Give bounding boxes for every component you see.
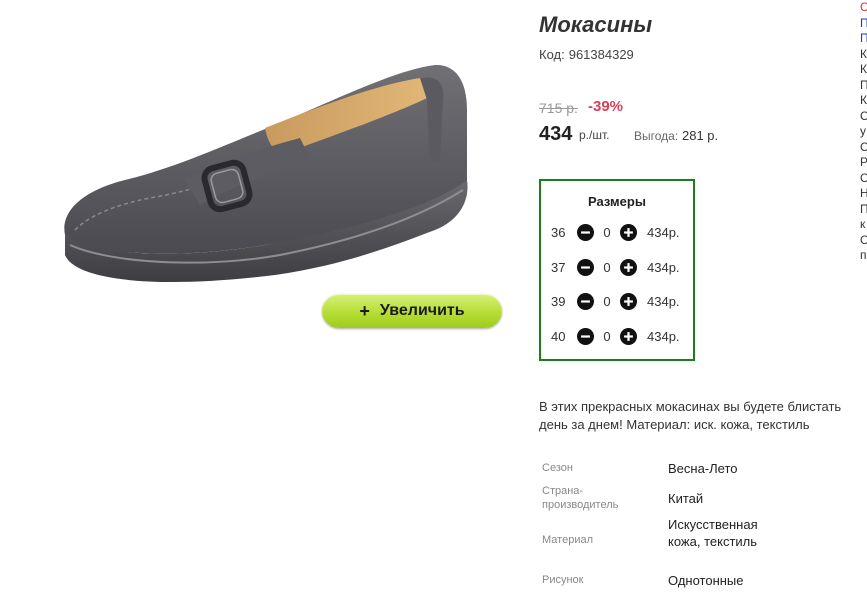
minus-icon[interactable] xyxy=(577,292,594,310)
side-menu-letter: к xyxy=(860,217,866,231)
price-unit: р./шт. xyxy=(579,128,610,142)
side-menu-letter: С xyxy=(860,108,867,123)
zoom-button[interactable]: + Увеличить xyxy=(322,294,502,328)
spec-value: Искусственная кожа, текстиль xyxy=(668,517,758,549)
product-code: Код: 961384329 xyxy=(539,47,634,62)
side-menu-letter: К xyxy=(860,62,867,76)
product-code-value: 961384329 xyxy=(568,47,634,62)
side-menu-letter: П xyxy=(860,201,867,216)
product-description: В этих прекрасных мокасинах вы будете бл… xyxy=(539,398,867,434)
size-quantity: 0 xyxy=(603,224,611,240)
savings-label: Выгода: xyxy=(634,129,679,143)
product-image[interactable] xyxy=(15,40,485,300)
size-number: 36 xyxy=(551,224,566,240)
side-menu-letter: п xyxy=(860,248,867,262)
side-menu-letter: С xyxy=(860,170,867,185)
old-price: 715 р. xyxy=(539,100,578,116)
size-price: 434р. xyxy=(647,224,680,240)
side-menu-letter: К xyxy=(860,46,867,61)
savings-value: 281 р. xyxy=(682,128,719,143)
side-menu-letter: у xyxy=(860,124,866,138)
plus-icon[interactable] xyxy=(620,223,637,241)
side-menu-letter[interactable]: С xyxy=(860,0,867,16)
side-menu-letter: К xyxy=(860,93,867,107)
size-quantity: 0 xyxy=(603,259,611,275)
side-menu-letter: П xyxy=(860,77,867,92)
size-row: 37 0 434р. xyxy=(551,257,691,277)
spec-value: Весна-Лето xyxy=(668,461,738,476)
discount-badge: -39% xyxy=(588,98,624,115)
spec-label: Материал xyxy=(542,534,593,546)
side-menu-letter: С xyxy=(860,139,867,154)
spec-value: Китай xyxy=(668,491,704,506)
plus-icon[interactable] xyxy=(620,327,637,345)
spec-label: Рисунок xyxy=(542,574,584,586)
minus-icon[interactable] xyxy=(577,223,594,241)
size-quantity: 0 xyxy=(603,293,611,309)
clipped-side-menu: С П П К К П К С у С Р С Н П к С п xyxy=(860,0,867,264)
side-menu-letter: Н xyxy=(860,186,867,200)
side-menu-letter[interactable]: П xyxy=(860,31,867,47)
product-image-area: + Увеличить xyxy=(0,0,520,360)
plus-icon[interactable] xyxy=(620,258,637,276)
size-price: 434р. xyxy=(647,328,680,344)
side-menu-letter: Р xyxy=(860,155,867,169)
minus-icon[interactable] xyxy=(577,327,594,345)
size-row: 40 0 434р. xyxy=(551,326,691,346)
plus-icon[interactable] xyxy=(620,292,637,310)
size-quantity: 0 xyxy=(603,328,611,344)
product-code-label: Код: xyxy=(539,47,565,62)
size-number: 39 xyxy=(551,293,566,309)
description-line: В этих прекрасных мокасинах вы будете бл… xyxy=(539,399,842,414)
size-number: 40 xyxy=(551,328,566,344)
spec-label: Страна-производитель xyxy=(542,485,619,511)
size-price: 434р. xyxy=(647,259,680,275)
sizes-title: Размеры xyxy=(588,194,646,209)
size-price: 434р. xyxy=(647,293,680,309)
description-line: день за днем! Материал: иск. кожа, текст… xyxy=(539,417,810,432)
product-title: Мокасины xyxy=(539,12,653,37)
current-price: 434 xyxy=(539,123,573,145)
spec-value: Однотонные xyxy=(668,573,744,588)
minus-icon[interactable] xyxy=(577,258,594,276)
size-number: 37 xyxy=(551,259,566,275)
side-menu-letter[interactable]: П xyxy=(860,16,867,32)
size-row: 39 0 434р. xyxy=(551,291,691,311)
plus-icon: + xyxy=(359,300,370,321)
side-menu-letter: С xyxy=(860,232,867,247)
spec-label: Сезон xyxy=(542,462,573,474)
zoom-button-label: Увеличить xyxy=(379,302,465,319)
size-row: 36 0 434р. xyxy=(551,222,691,242)
sizes-panel: Размеры 36 0 434р. 37 0 434р. 39 0 434р.… xyxy=(539,179,695,361)
